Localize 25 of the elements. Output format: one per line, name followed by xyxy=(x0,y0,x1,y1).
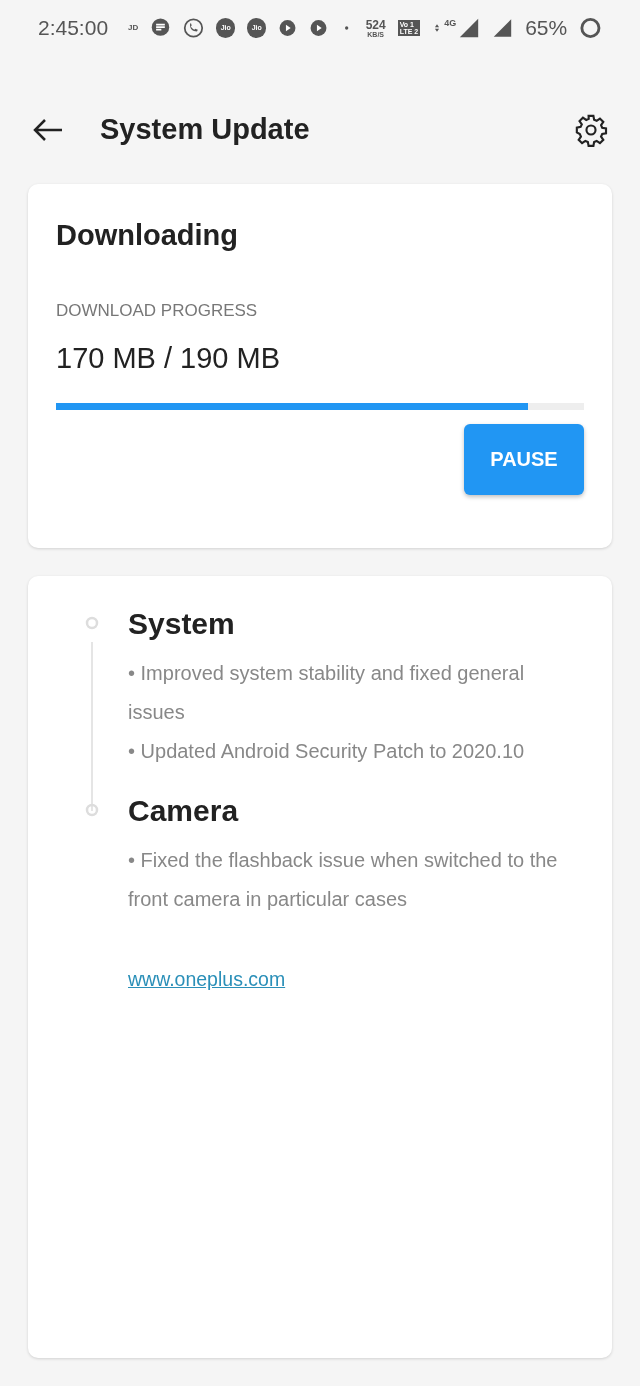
phone-chat-icon xyxy=(183,17,205,39)
signal-icon xyxy=(492,17,514,39)
play-icon xyxy=(309,18,329,38)
note-text: • Improved system stability and fixed general issues xyxy=(128,661,526,725)
settings-icon[interactable] xyxy=(574,113,608,147)
status-text: JD xyxy=(128,22,139,34)
page-title: System Update xyxy=(100,112,311,148)
battery-percent: 65% xyxy=(525,15,568,42)
timeline-dot-icon xyxy=(85,616,99,630)
signal-icon xyxy=(458,17,481,39)
battery-ring-icon xyxy=(579,16,602,40)
status-time: 2:45:00 xyxy=(38,15,109,42)
message-icon xyxy=(150,17,172,39)
play-icon xyxy=(278,18,298,38)
website-link[interactable]: www.oneplus.com xyxy=(128,965,286,995)
network-type: 4G xyxy=(444,17,457,30)
progress-amount: 170 MB / 190 MB xyxy=(56,341,282,376)
section-title: System xyxy=(128,606,236,642)
card-title: Downloading xyxy=(56,218,240,253)
pause-button[interactable]: PAUSE xyxy=(464,423,584,495)
note-text: • Fixed the flashback issue when switched to the front camera in particular cases xyxy=(128,848,559,912)
note-text: • Updated Android Security Patch to 2020.10 xyxy=(128,739,526,764)
section-title: Camera xyxy=(128,793,240,829)
progress-label: DOWNLOAD PROGRESS xyxy=(56,299,259,322)
speed-value: 524 xyxy=(365,18,386,31)
